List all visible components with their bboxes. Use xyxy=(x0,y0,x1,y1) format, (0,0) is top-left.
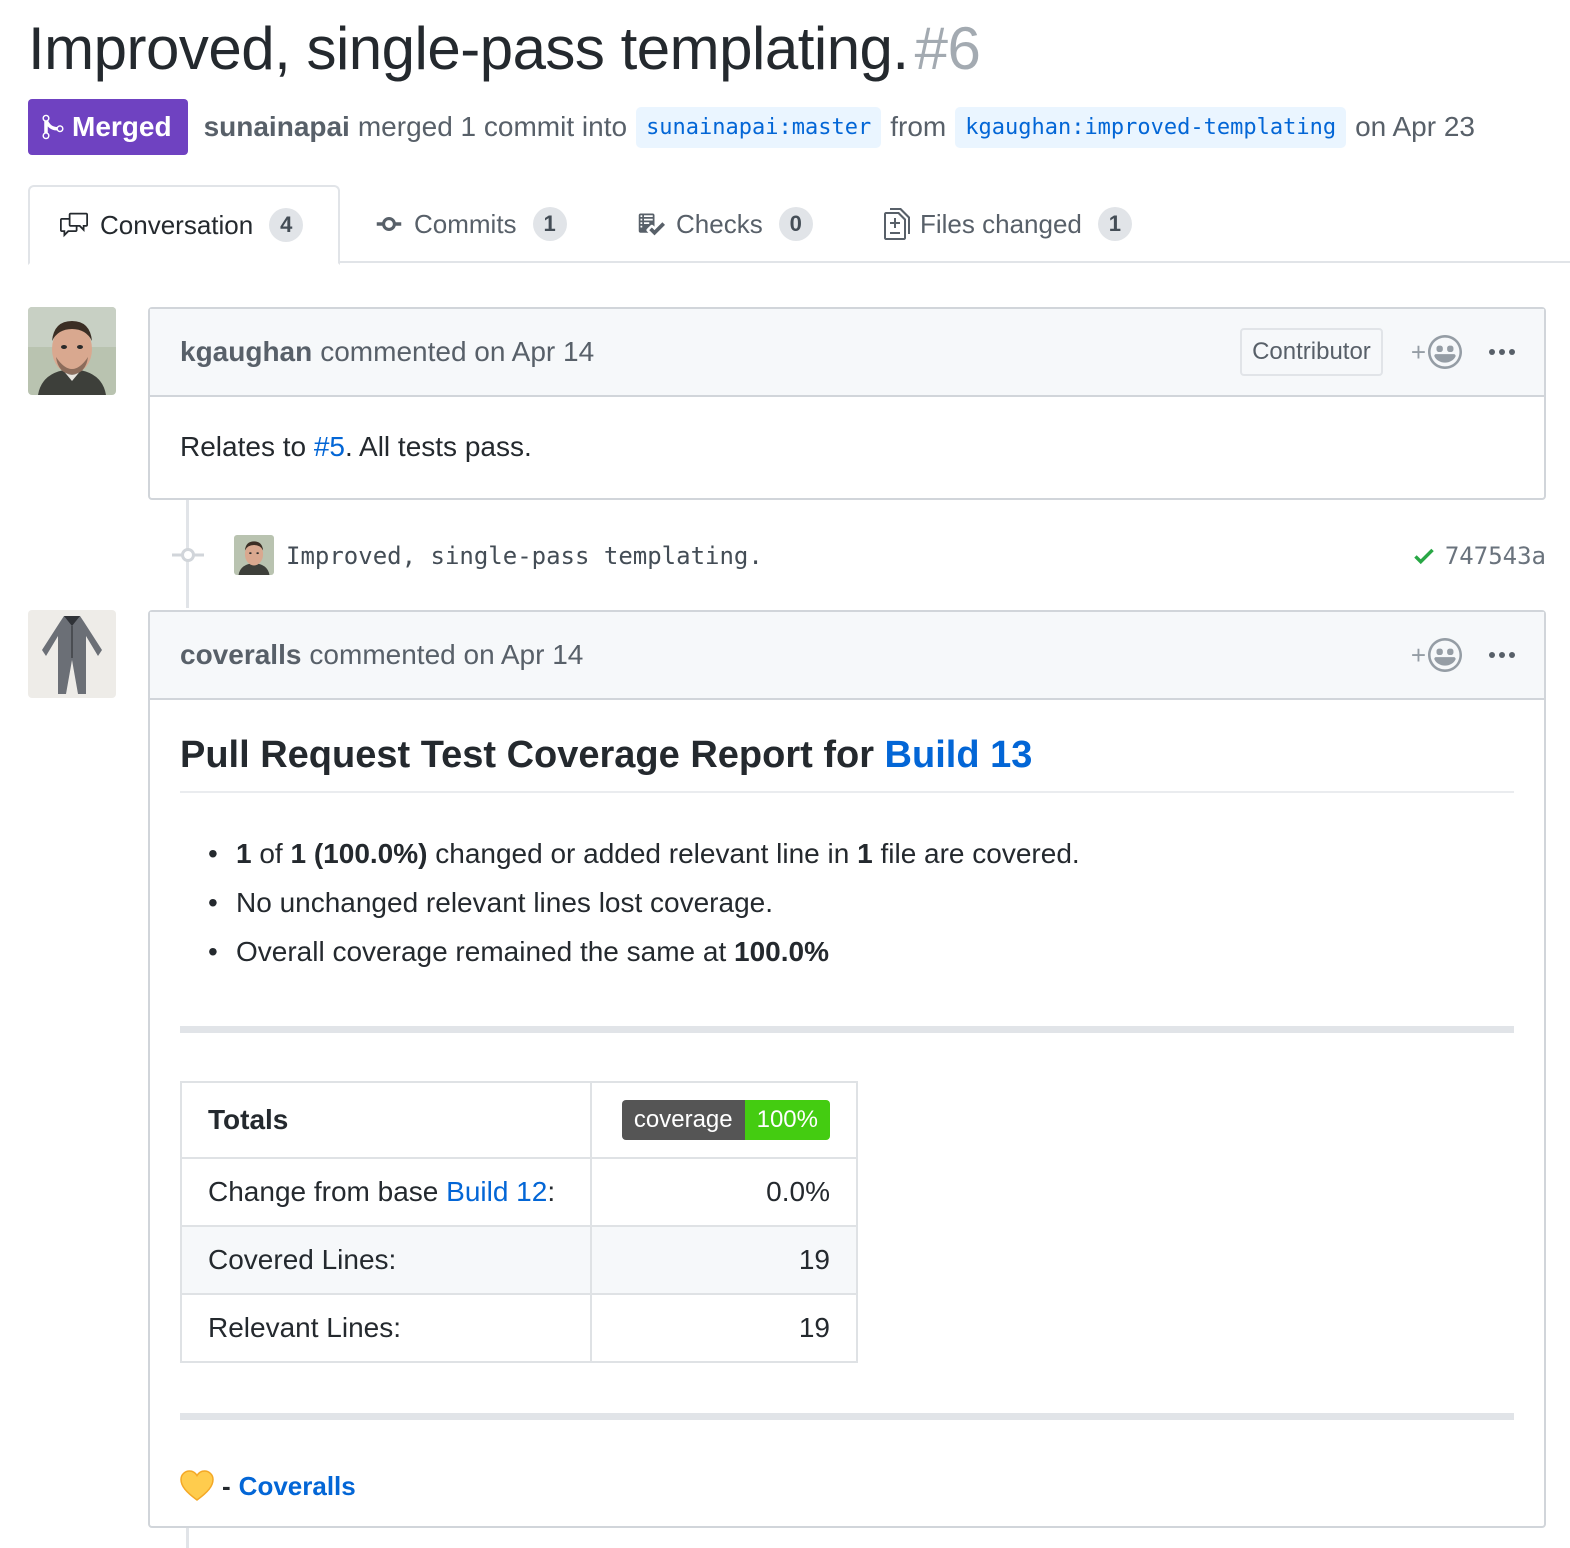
tab-files-count: 1 xyxy=(1097,207,1132,241)
covered-lines-value: 19 xyxy=(590,1225,858,1295)
git-commit-icon xyxy=(172,548,204,562)
comment-author-link[interactable]: kgaughan xyxy=(180,336,312,368)
tab-files-changed[interactable]: Files changed 1 xyxy=(884,185,1132,263)
tab-checks[interactable]: Checks 0 xyxy=(636,185,813,263)
issue-link[interactable]: #5 xyxy=(314,431,345,462)
coverage-badge-label: coverage xyxy=(621,1100,745,1140)
build-12-link[interactable]: Build 12 xyxy=(446,1176,547,1207)
yellow-heart-icon xyxy=(180,1470,214,1501)
divider xyxy=(180,1413,1514,1420)
list-item: 1 of 1 (100.0%) changed or added relevan… xyxy=(208,829,1514,878)
merged-state-badge: Merged xyxy=(28,99,188,155)
check-icon[interactable] xyxy=(1411,543,1437,569)
coverage-heading-text: Pull Request Test Coverage Report for xyxy=(180,734,885,776)
pr-number: #6 xyxy=(914,15,981,82)
coveralls-footer: - Coveralls xyxy=(180,1470,1514,1502)
commit-sha-link[interactable]: 747543a xyxy=(1445,542,1546,570)
tab-conversation-label: Conversation xyxy=(100,209,254,240)
pr-meta: Merged sunainapai merged 1 commit into s… xyxy=(28,99,1475,155)
smiley-icon xyxy=(1428,638,1462,672)
table-row: Totals coverage 100% xyxy=(180,1081,858,1159)
tab-checks-count: 0 xyxy=(778,207,813,241)
list-item: No unchanged relevant lines lost coverag… xyxy=(208,878,1514,927)
avatar-coveralls-image xyxy=(28,610,116,698)
change-from-base-value: 0.0% xyxy=(590,1157,858,1227)
checklist-icon xyxy=(638,213,665,236)
tab-conversation[interactable]: Conversation 4 xyxy=(28,185,340,265)
kebab-horizontal-icon xyxy=(1489,652,1515,658)
merged-label: Merged xyxy=(72,111,172,142)
contributor-label: Contributor xyxy=(1240,328,1383,376)
add-reaction-button[interactable]: + xyxy=(1411,638,1462,672)
footer-dash: - xyxy=(222,1470,231,1501)
relevant-lines-label: Relevant Lines: xyxy=(180,1293,592,1363)
comment-timestamp[interactable]: commented on Apr 14 xyxy=(320,336,594,368)
coverage-badge[interactable]: coverage 100% xyxy=(621,1100,830,1140)
comment-timestamp[interactable]: commented on Apr 14 xyxy=(309,639,583,671)
comment-menu-button[interactable] xyxy=(1488,347,1516,357)
head-branch[interactable]: kgaughan:improved-templating xyxy=(955,106,1347,148)
smiley-icon xyxy=(1428,335,1462,369)
comment-body: Relates to #5. All tests pass. xyxy=(150,397,1544,497)
tab-conversation-count: 4 xyxy=(269,208,304,242)
kebab-horizontal-icon xyxy=(1489,349,1515,355)
totals-header: Totals xyxy=(180,1081,592,1159)
coverage-totals-table: Totals coverage 100% Change from base Bu… xyxy=(180,1081,858,1363)
commit-message-link[interactable]: Improved, single-pass templating. xyxy=(286,542,763,570)
base-branch[interactable]: sunainapai:master xyxy=(636,106,882,148)
coverage-report-heading: Pull Request Test Coverage Report for Bu… xyxy=(180,734,1514,793)
avatar-coveralls[interactable] xyxy=(28,610,116,698)
commit-sha: 747543a xyxy=(1411,542,1546,570)
comment-actions: Contributor + xyxy=(1240,309,1516,395)
covered-lines-label: Covered Lines: xyxy=(180,1225,592,1295)
merger-link[interactable]: sunainapai xyxy=(204,111,350,143)
commit-avatar-image xyxy=(234,535,274,575)
comment-body-prefix: Relates to xyxy=(180,431,314,462)
table-row: Covered Lines: 19 xyxy=(180,1225,858,1295)
file-diff-icon xyxy=(884,208,910,240)
tab-files-label: Files changed xyxy=(920,208,1082,239)
pr-title: Improved, single-pass templating. #6 xyxy=(28,14,981,83)
from-text: from xyxy=(890,111,947,142)
add-reaction-button[interactable]: + xyxy=(1411,335,1462,369)
git-commit-icon xyxy=(376,217,402,231)
comment-header: coveralls commented on Apr 14 + xyxy=(150,612,1544,700)
coverage-badge-value: 100% xyxy=(744,1100,830,1140)
table-row: Relevant Lines: 19 xyxy=(180,1293,858,1363)
build-13-link[interactable]: Build 13 xyxy=(885,734,1033,776)
coverage-report-body: Pull Request Test Coverage Report for Bu… xyxy=(150,700,1544,1532)
change-from-base-label: Change from base Build 12: xyxy=(180,1157,592,1227)
tab-commits-count: 1 xyxy=(532,207,567,241)
pr-title-text: Improved, single-pass templating. xyxy=(28,15,909,82)
tab-commits-label: Commits xyxy=(414,208,517,239)
git-merge-icon xyxy=(42,114,64,140)
tab-commits[interactable]: Commits 1 xyxy=(374,185,567,263)
commit-row: Improved, single-pass templating. 747543… xyxy=(172,530,1546,586)
relevant-lines-value: 19 xyxy=(590,1293,858,1363)
plus-icon: + xyxy=(1410,639,1426,670)
pr-tabs: Conversation 4 Commits 1 Checks 0 Files … xyxy=(28,185,1570,265)
coverage-summary-list: 1 of 1 (100.0%) changed or added relevan… xyxy=(180,829,1514,976)
comment-actions: + xyxy=(1411,612,1516,698)
commit-author-avatar[interactable] xyxy=(234,535,274,575)
merge-date: on Apr 23 xyxy=(1355,111,1475,142)
comment-author-link[interactable]: coveralls xyxy=(180,639,301,671)
comment-header: kgaughan commented on Apr 14 Contributor… xyxy=(150,309,1544,397)
tab-checks-label: Checks xyxy=(676,208,763,239)
list-item: Overall coverage remained the same at 10… xyxy=(208,927,1514,976)
comment-menu-button[interactable] xyxy=(1488,650,1516,660)
table-row: Change from base Build 12: 0.0% xyxy=(180,1157,858,1227)
divider xyxy=(180,1026,1514,1033)
comment-kgaughan: kgaughan commented on Apr 14 Contributor… xyxy=(148,307,1546,500)
plus-icon: + xyxy=(1410,336,1426,367)
comment-coveralls: coveralls commented on Apr 14 + Pull Req… xyxy=(148,610,1546,1528)
coveralls-link[interactable]: Coveralls xyxy=(239,1471,356,1502)
merge-text: merged 1 commit into xyxy=(357,111,628,142)
avatar-kgaughan-image xyxy=(28,307,116,395)
comment-body-suffix: . All tests pass. xyxy=(345,431,532,462)
comment-discussion-icon xyxy=(60,212,88,238)
coverage-badge-cell: coverage 100% xyxy=(590,1081,858,1159)
avatar-kgaughan[interactable] xyxy=(28,307,116,395)
